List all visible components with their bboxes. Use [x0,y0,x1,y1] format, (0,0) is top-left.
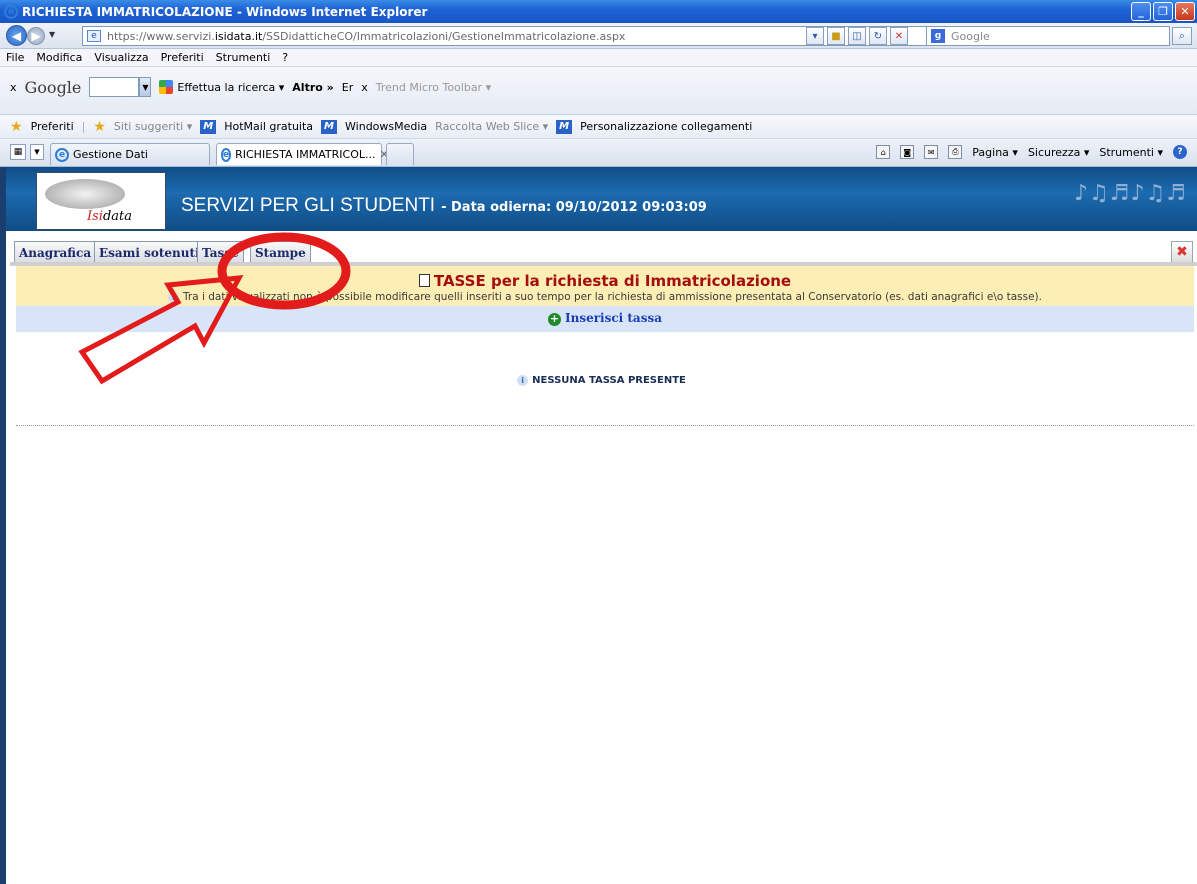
tab-tasse[interactable]: Tasse [197,241,244,263]
favorites-bar: ★ Preferiti | ★ Siti suggeriti ▾ M HotMa… [0,115,1197,139]
google-search-icon [159,80,174,94]
stop-icon[interactable]: ✕ [890,27,908,45]
tab-richiesta[interactable]: e RICHIESTA IMMATRICOL... ✕ [216,143,389,165]
menu-file[interactable]: File [6,51,24,64]
google-search-button[interactable]: Effettua la ricerca ▾ [177,81,284,94]
info-icon: i [168,292,180,303]
google-search-input[interactable] [89,77,140,97]
google-toolbar-close[interactable]: x [10,81,17,94]
print-icon[interactable]: ⎙ [948,145,963,159]
google-search-icon: g [931,29,945,43]
tab-label: RICHIESTA IMMATRICOL... [235,148,376,161]
banner-title-text: SERVIZI PER GLI STUDENTI [181,195,436,216]
ie-icon: e [221,147,232,162]
tab-gestione-dati[interactable]: e Gestione Dati [50,143,210,165]
fav-web-slice[interactable]: Raccolta Web Slice ▾ [435,120,548,133]
favorites-star-icon: ★ [10,118,23,135]
add-icon[interactable]: + [547,313,561,326]
hotmail-icon: M [200,119,217,134]
site-banner: Isidata SERVIZI PER GLI STUDENTI - Data o… [6,167,1197,231]
ie-icon: e [4,4,18,19]
windowsmedia-icon: M [321,119,338,134]
tab-anagrafica[interactable]: Anagrafica [14,241,97,263]
separator [16,425,1194,426]
tab-list-dropdown-icon[interactable]: ▼ [30,144,44,160]
empty-message: i NESSUNA TASSA PRESENTE [6,375,1197,386]
menu-modifica[interactable]: Modifica [36,51,82,64]
forward-button[interactable]: ▶ [27,27,45,45]
tasse-heading: TASSE per la richiesta di Immatricolazio… [16,272,1194,290]
page-tabs: Anagrafica Esami sotenuti Tasse Stampe ✖ [6,231,1197,266]
back-button[interactable]: ◀ [6,25,27,46]
menu-help[interactable]: ? [282,51,288,64]
fav-windowsmedia[interactable]: WindowsMedia [345,120,427,133]
logo-text: Isidata [87,209,133,224]
compat-view-icon[interactable]: ◫ [848,27,866,45]
info-icon: i [517,375,529,386]
favorites-button[interactable]: Preferiti [31,120,74,133]
browser-tab-row: ▦ ▼ e Gestione Dati e RICHIESTA IMMATRIC… [0,139,1197,167]
menu-bar: File Modifica Visualizza Preferiti Strum… [0,49,1197,67]
menu-preferiti[interactable]: Preferiti [161,51,204,64]
google-toolbar: x Google ▼ Effettua la ricerca ▾ Altro »… [0,67,1197,115]
menu-visualizza[interactable]: Visualizza [94,51,148,64]
history-dropdown-icon[interactable]: ▼ [49,30,55,39]
menu-sicurezza[interactable]: Sicurezza ▾ [1028,146,1089,159]
toolbar-close-icon[interactable]: x [361,81,368,94]
search-icon[interactable]: ⌕ [1172,27,1192,45]
insert-bar: + Inserisci tassa [16,306,1194,332]
google-er[interactable]: Er [342,81,353,94]
google-altro[interactable]: Altro » [292,81,333,94]
add-favorite-icon[interactable]: ★ [93,119,106,135]
quick-tabs-icon[interactable]: ▦ [10,144,26,160]
close-icon[interactable]: ✖ [1171,241,1193,263]
tab-label: Gestione Dati [73,148,148,161]
menu-strumenti-cmd[interactable]: Strumenti ▾ [1099,146,1163,159]
ie-icon: e [55,147,69,162]
inserisci-tassa-link[interactable]: Inserisci tassa [565,311,662,325]
new-tab-button[interactable] [386,143,414,165]
home-icon[interactable]: ⌂ [876,145,891,159]
close-window-button[interactable]: ✕ [1175,2,1195,21]
page-content: Isidata SERVIZI PER GLI STUDENTI - Data o… [0,167,1197,884]
page-icon: e [87,30,101,42]
google-logo: Google [24,77,82,97]
refresh-icon[interactable]: ↻ [869,27,887,45]
search-placeholder: Google [951,29,990,43]
fav-siti-suggeriti[interactable]: Siti suggeriti ▾ [114,120,192,133]
isidata-logo: Isidata [36,172,166,230]
window-titlebar: e RICHIESTA IMMATRICOLAZIONE - Windows I… [0,0,1197,23]
address-dropdown-icon[interactable]: ▾ [806,27,824,45]
banner-title: SERVIZI PER GLI STUDENTI - Data odierna: … [181,195,707,217]
lock-icon[interactable]: ■ [827,27,845,45]
url-prefix: https://www.servizi. [107,29,215,43]
trend-micro-toolbar[interactable]: Trend Micro Toolbar ▾ [376,81,491,94]
tab-esami-sostenuti[interactable]: Esami sotenuti [94,241,205,263]
menu-strumenti[interactable]: Strumenti [216,51,271,64]
music-notes-icon: ♪♫♬♪♫♬ [1074,181,1187,206]
palette-icon [45,179,125,209]
google-dropdown-icon[interactable]: ▼ [139,77,152,97]
minimize-button[interactable]: _ [1131,2,1151,21]
info-note: i Tra i dati visualizzati non è possibile… [16,291,1194,303]
tab-stampe[interactable]: Stampe [250,241,311,263]
tasse-header: TASSE per la richiesta di Immatricolazio… [16,266,1194,306]
fav-hotmail[interactable]: HotMail gratuita [224,120,313,133]
personalizzazione-icon: M [556,119,573,134]
window-title: RICHIESTA IMMATRICOLAZIONE - Windows Int… [22,4,428,19]
search-input[interactable]: g Google [926,26,1170,46]
url-path: /SSDidatticheCO/Immatricolazioni/Gestion… [262,29,626,43]
banner-date: - Data odierna: 09/10/2012 09:03:09 [441,200,707,215]
fav-personalizzazione[interactable]: Personalizzazione collegamenti [580,120,752,133]
feeds-icon[interactable]: ◙ [900,145,915,159]
url-domain: isidata.it [214,29,263,43]
document-icon [418,274,430,287]
help-icon[interactable]: ? [1173,145,1187,159]
mail-icon[interactable]: ✉ [924,145,939,159]
menu-pagina[interactable]: Pagina ▾ [972,146,1018,159]
maximize-button[interactable]: ❐ [1153,2,1173,21]
address-toolbar: ◀ ▶ ▼ e https://www.servizi. isidata.it/S… [0,23,1197,49]
